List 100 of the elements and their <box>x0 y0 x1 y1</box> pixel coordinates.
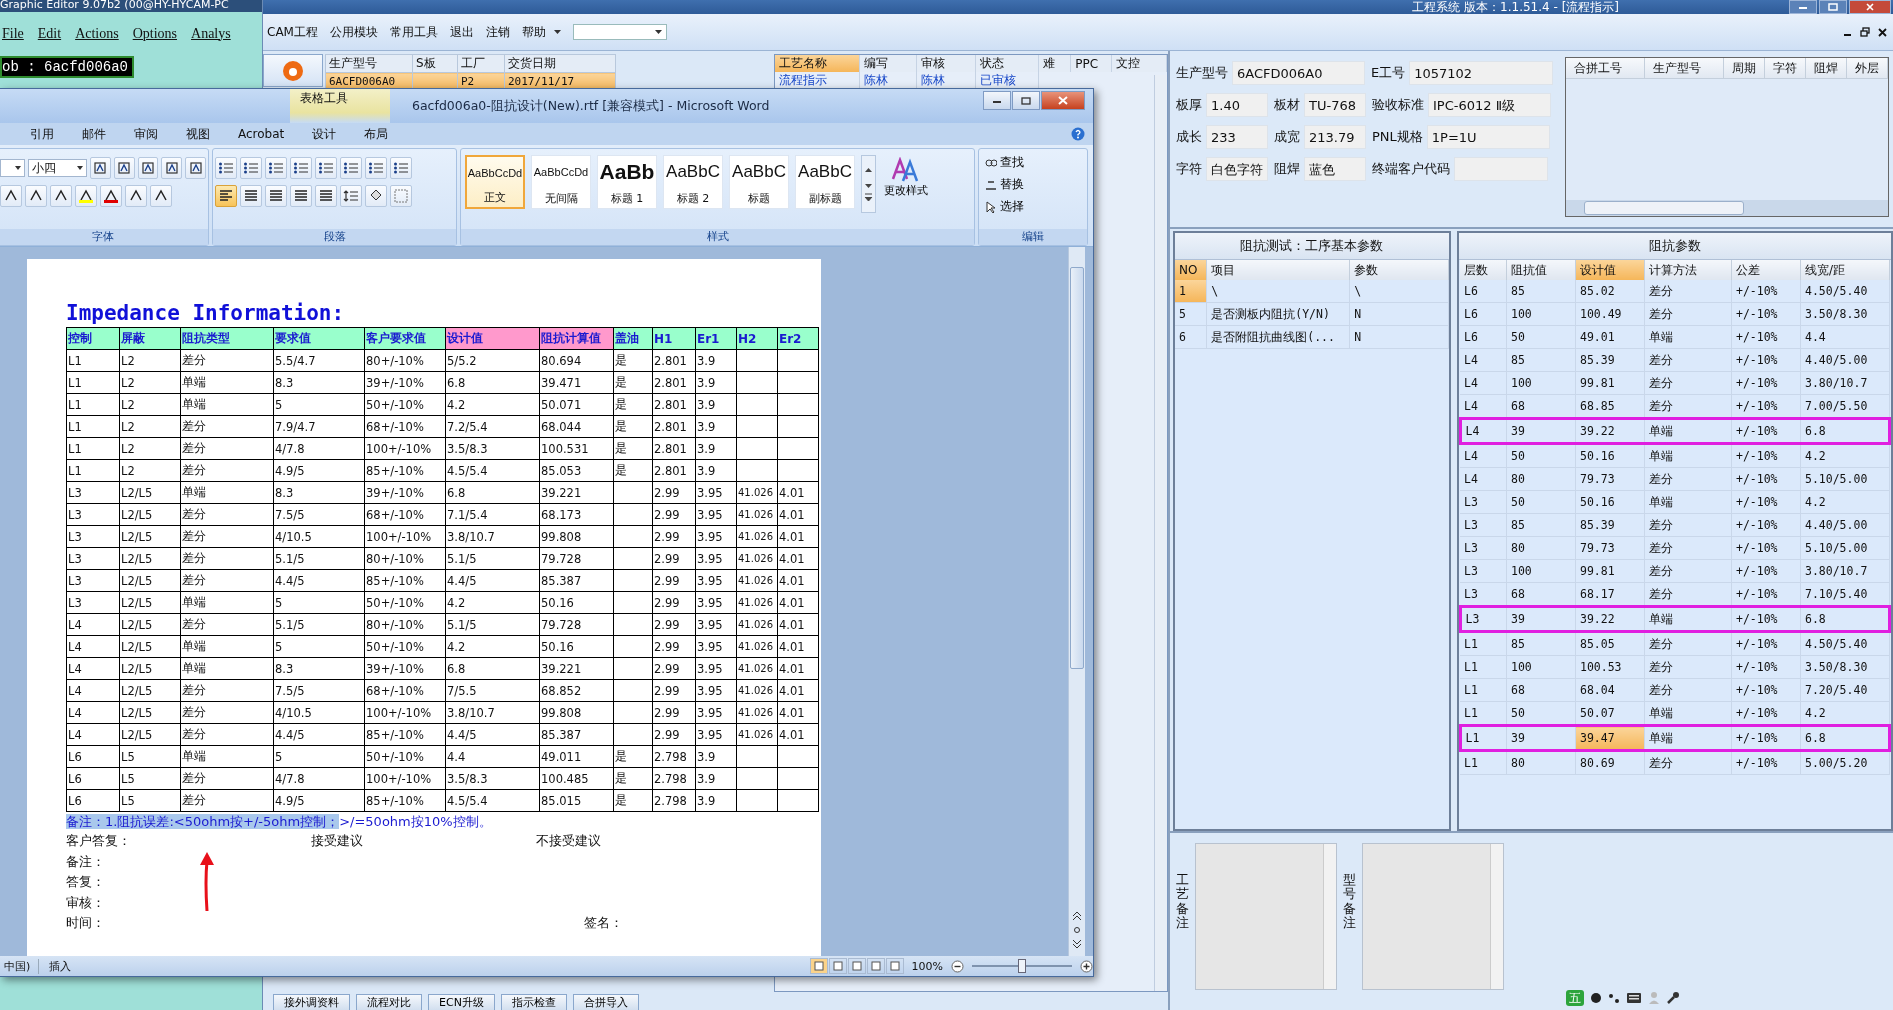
column-header[interactable]: 公差 <box>1731 260 1801 280</box>
column-header[interactable]: 设计值 <box>1575 260 1645 280</box>
text-field[interactable]: 213.79 <box>1304 124 1366 149</box>
change-styles-button[interactable]: 更改样式 <box>882 155 930 200</box>
text-field[interactable]: 1057102 <box>1409 60 1554 85</box>
column-header[interactable]: 生产型号 <box>325 54 413 73</box>
column-header[interactable]: 文控 <box>1111 55 1167 72</box>
column-header[interactable]: 编写 <box>859 55 917 72</box>
font-name-dropdown[interactable] <box>0 159 25 177</box>
text-field[interactable]: 1.40 <box>1206 92 1268 117</box>
browse-icon[interactable] <box>1071 910 1083 950</box>
font-color-icon[interactable] <box>100 185 122 207</box>
menu-item[interactable]: Options <box>132 26 178 42</box>
text-field[interactable]: 1P=1U <box>1426 124 1550 149</box>
column-header[interactable]: 生产型号 <box>1645 58 1724 78</box>
text-field[interactable]: 蓝色 <box>1304 156 1366 181</box>
ribbon-tab[interactable]: 设计 <box>312 125 337 143</box>
toolbar-button[interactable]: 合拼导入 <box>572 994 639 1010</box>
zoom-level[interactable]: 100% <box>911 959 943 973</box>
view-mode-button[interactable] <box>866 958 885 974</box>
view-mode-button[interactable] <box>828 958 847 974</box>
distribute-icon[interactable] <box>315 185 337 207</box>
bullets-icon[interactable] <box>215 157 237 179</box>
column-header[interactable]: 难 <box>1038 55 1071 72</box>
menu-item[interactable]: File <box>2 26 24 42</box>
column-header[interactable]: 工厂 <box>457 54 505 73</box>
column-header[interactable]: 周期 <box>1724 58 1765 78</box>
column-header[interactable]: PPC <box>1070 55 1112 72</box>
highlight-icon[interactable] <box>75 185 97 207</box>
column-header[interactable]: 阻焊 <box>1806 58 1847 78</box>
view-mode-button[interactable] <box>847 958 866 974</box>
menu-item[interactable]: CAM工程 <box>267 23 318 41</box>
gallery-scroll-icon[interactable] <box>861 155 876 213</box>
column-header[interactable]: 审核 <box>916 55 976 72</box>
column-header[interactable]: 外层 <box>1847 58 1888 78</box>
align-left-icon[interactable] <box>215 185 237 207</box>
language-status[interactable]: 中国) <box>4 958 31 974</box>
line-spacing-icon[interactable] <box>340 185 362 207</box>
menu-item[interactable]: 帮助 <box>521 23 561 41</box>
ribbon-tab[interactable]: 引用 <box>30 125 54 143</box>
menu-item[interactable]: Actions <box>75 26 119 42</box>
column-header[interactable]: 参数 <box>1349 260 1448 280</box>
text-field[interactable]: IPC-6012 Ⅱ级 <box>1428 92 1551 117</box>
column-header[interactable]: 阻抗值 <box>1506 260 1576 280</box>
keyboard-icon[interactable] <box>1626 992 1642 1004</box>
ribbon-button[interactable]: 选择 <box>981 197 1085 216</box>
column-header[interactable]: S板 <box>412 54 458 73</box>
text-field[interactable]: 6ACFD006A0 <box>1232 60 1365 85</box>
column-header[interactable]: 线宽/距 <box>1800 260 1890 280</box>
help-icon[interactable] <box>1071 127 1085 141</box>
column-header[interactable]: 计算方法 <box>1644 260 1732 280</box>
column-header[interactable]: 项目 <box>1206 260 1350 280</box>
style-gallery-item[interactable]: AaBbC 标题 2 <box>663 155 723 209</box>
toolbar-button[interactable] <box>263 54 323 87</box>
style-gallery-item[interactable]: AaBbCcDd 正文 <box>465 155 525 209</box>
menu-item[interactable]: Analys <box>191 26 231 42</box>
zoom-in-icon[interactable] <box>1080 959 1093 973</box>
restore-icon[interactable] <box>1860 27 1870 37</box>
toolbar-button[interactable]: 流程对比 <box>356 994 422 1010</box>
close-button[interactable] <box>1849 0 1891 14</box>
scrollbar[interactable] <box>1566 200 1888 216</box>
maximize-button[interactable] <box>1819 0 1847 14</box>
menu-item[interactable]: 公用模块 <box>329 23 378 41</box>
shading-bucket-icon[interactable] <box>365 185 387 207</box>
close-button[interactable] <box>1041 91 1085 110</box>
column-header[interactable]: 字符 <box>1765 58 1806 78</box>
text-field[interactable]: TU-768 <box>1304 92 1366 117</box>
dropdown-field[interactable] <box>572 24 667 40</box>
align-right-icon[interactable] <box>265 185 287 207</box>
column-header[interactable]: 工艺名称 <box>775 55 860 72</box>
style-gallery-item[interactable]: AaBbCcDd 无间隔 <box>531 155 591 209</box>
close-icon[interactable] <box>1878 27 1887 37</box>
ribbon-tab[interactable]: 审阅 <box>134 125 158 143</box>
toolbar-button[interactable]: 指示检查 <box>500 994 567 1010</box>
column-header[interactable]: NO <box>1175 260 1207 280</box>
align-center-icon[interactable] <box>240 185 262 207</box>
punctuation-icon[interactable] <box>1608 992 1620 1004</box>
ribbon-button[interactable]: 查找 <box>981 153 1085 172</box>
view-mode-button[interactable] <box>809 958 828 974</box>
style-gallery-item[interactable]: AaBbC 副标题 <box>795 155 855 209</box>
ribbon-tab[interactable]: 布局 <box>364 125 389 143</box>
toolbar-button[interactable]: 接外调资料 <box>273 994 350 1010</box>
text-field[interactable]: 白色字符 <box>1206 156 1268 181</box>
ribbon-tab[interactable]: Acrobat <box>238 127 285 141</box>
menu-item[interactable]: 退出 <box>449 23 474 41</box>
style-gallery-item[interactable]: AaBbC 标题 <box>729 155 789 209</box>
menu-item[interactable]: Edit <box>37 26 62 42</box>
ribbon-button[interactable]: 替换 <box>981 175 1085 194</box>
view-mode-button[interactable] <box>885 958 904 974</box>
font-size-dropdown[interactable]: 小四 <box>27 159 87 177</box>
menu-item[interactable]: 注销 <box>485 23 510 41</box>
maximize-button[interactable] <box>1012 91 1040 110</box>
insert-mode-status[interactable]: 插入 <box>38 958 72 974</box>
column-header[interactable]: 交货日期 <box>504 54 616 73</box>
column-header[interactable]: 状态 <box>975 55 1039 72</box>
style-gallery-item[interactable]: AaBb 标题 1 <box>597 155 657 209</box>
ribbon-tab[interactable]: 邮件 <box>82 125 106 143</box>
column-header[interactable]: 合拼工号 <box>1566 58 1645 78</box>
scrollbar[interactable] <box>1068 247 1085 956</box>
column-header[interactable]: 层数 <box>1460 260 1507 280</box>
